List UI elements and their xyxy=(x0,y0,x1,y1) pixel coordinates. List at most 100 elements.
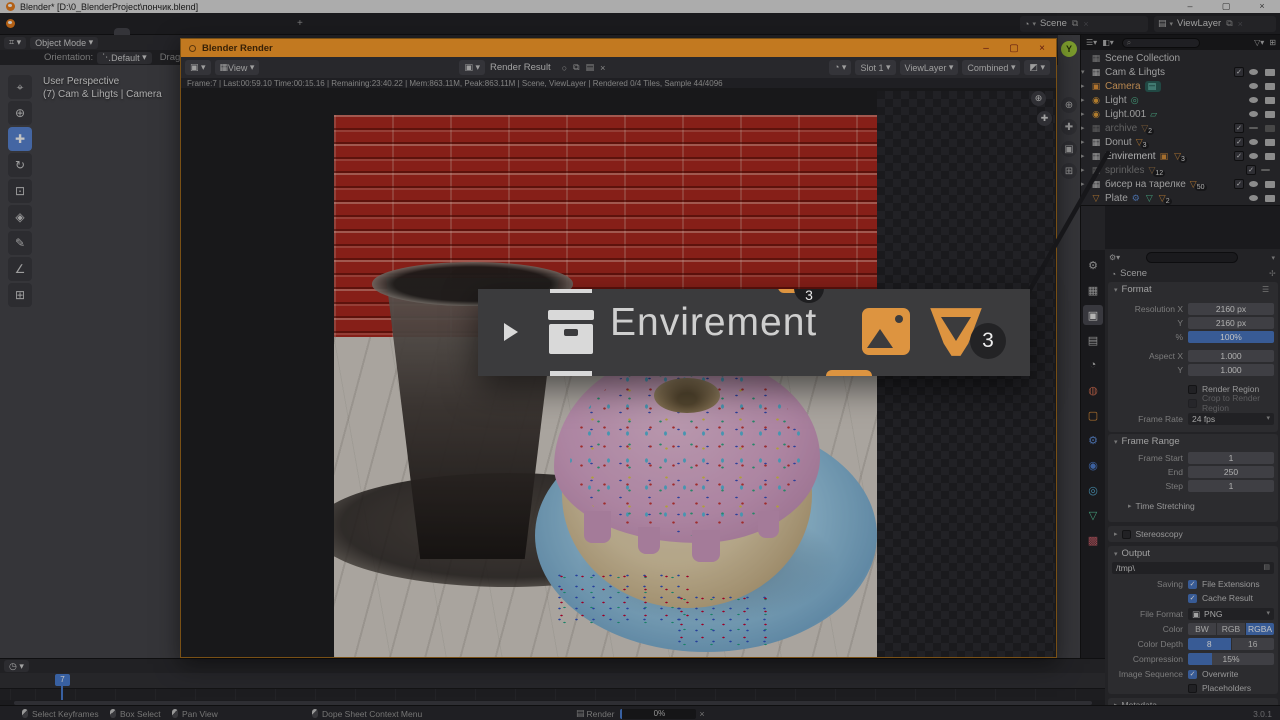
render-minimize-button[interactable]: – xyxy=(972,43,1000,54)
properties-tab-icon[interactable]: ▽ xyxy=(1083,505,1103,525)
disable-in-render-camera-icon[interactable] xyxy=(1265,181,1275,188)
display-mode-icon[interactable]: ◧▾ xyxy=(1102,38,1114,47)
new-viewlayer-icon[interactable]: ⧉ xyxy=(1226,18,1232,29)
placeholders-checkbox[interactable] xyxy=(1188,684,1197,693)
hide-eye-icon[interactable] xyxy=(1249,181,1258,187)
close-button[interactable]: × xyxy=(1244,1,1280,12)
workspace-tab[interactable] xyxy=(114,28,130,35)
format-section-header[interactable]: ▾Format☰ xyxy=(1114,284,1152,295)
disable-in-render-camera-icon[interactable] xyxy=(1265,83,1275,90)
expand-arrow-icon[interactable]: ▸ xyxy=(1081,138,1090,146)
timeline-ruler[interactable] xyxy=(0,673,1105,689)
hide-eye-icon[interactable] xyxy=(1261,169,1270,171)
tool-button[interactable]: ✎ xyxy=(8,231,32,255)
open-image-folder-icon[interactable]: ▤ xyxy=(583,62,598,73)
workspace-tab[interactable] xyxy=(274,28,290,35)
render-close-button[interactable]: × xyxy=(1028,43,1056,54)
outliner-row[interactable]: ▸ ◉ Light.001 ▱ xyxy=(1081,107,1280,121)
outliner-row[interactable]: ▸ ▣ Camera ▤ xyxy=(1081,79,1280,93)
properties-tab-icon[interactable]: ◎ xyxy=(1083,480,1103,500)
workspace-tab[interactable] xyxy=(130,28,146,35)
disable-in-render-camera-icon[interactable] xyxy=(1265,139,1275,146)
expand-arrow-icon[interactable]: ▸ xyxy=(1081,166,1090,174)
outliner-collapse-icon[interactable]: ☰▾ xyxy=(1086,38,1097,47)
camera-view-icon[interactable]: ▣ xyxy=(1061,141,1077,157)
hide-eye-icon[interactable] xyxy=(1249,111,1258,117)
image-datablock-name[interactable]: Render Result xyxy=(490,62,551,73)
new-image-icon[interactable]: ⧉ xyxy=(570,62,582,73)
expand-arrow-icon[interactable]: ▸ xyxy=(1081,180,1090,188)
output-section-header[interactable]: ▾Output xyxy=(1114,548,1150,559)
properties-tab-icon[interactable]: ▣ xyxy=(1083,305,1103,325)
aspect-x-field[interactable]: 1.000 xyxy=(1188,350,1274,362)
hide-eye-icon[interactable] xyxy=(1249,97,1258,103)
orientation-dropdown[interactable]: ⋱ Default ▾ xyxy=(97,52,152,64)
properties-tab-icon[interactable]: ◔ xyxy=(1083,355,1103,375)
zoom-gizmo-icon[interactable]: ⊕ xyxy=(1061,97,1077,113)
stereoscopy-header[interactable]: Stereoscopy xyxy=(1136,529,1183,539)
layer-dropdown[interactable]: ViewLayer ▾ xyxy=(900,60,959,75)
expand-arrow-icon[interactable] xyxy=(504,323,518,341)
minimize-button[interactable]: – xyxy=(1172,1,1208,12)
tool-button[interactable]: ⊕ xyxy=(8,101,32,125)
expand-arrow-icon[interactable]: ▸ xyxy=(1081,194,1090,202)
pass-dropdown[interactable]: Combined ▾ xyxy=(962,60,1020,75)
scene-selector[interactable]: ◔ ▾ Scene ⧉ × xyxy=(1020,16,1148,32)
resolution-x-field[interactable]: 2160 px xyxy=(1188,303,1274,315)
filter-funnel-icon[interactable]: ▽▾ xyxy=(1254,38,1264,47)
outliner-row[interactable]: ▸ ▦ Envirement ▣ ▽3 ✓ xyxy=(1081,149,1280,163)
render-sphere-icon[interactable]: ◔ ▾ xyxy=(829,60,851,75)
workspace-tab[interactable] xyxy=(258,28,274,35)
color-rgba-option[interactable]: RGBA xyxy=(1246,623,1274,635)
viewlayer-selector[interactable]: ▤ ▾ ViewLayer ⧉ × xyxy=(1154,16,1276,32)
properties-search-input[interactable] xyxy=(1146,252,1238,263)
new-scene-icon[interactable]: ⧉ xyxy=(1072,18,1078,29)
outliner-row[interactable]: ▸ ▦ archive ▽2 ✓ xyxy=(1081,121,1280,135)
frame-range-section-header[interactable]: ▾Frame Range xyxy=(1114,436,1180,447)
editor-type-icon[interactable]: ⚙▾ xyxy=(1109,253,1120,262)
blender-menu-icon[interactable] xyxy=(6,19,15,28)
exclude-checkbox[interactable]: ✓ xyxy=(1234,67,1244,77)
exclude-checkbox[interactable]: ✓ xyxy=(1234,179,1244,189)
outliner-row[interactable]: ▸ ▦ sprinkles ▽12 ✓ xyxy=(1081,163,1280,177)
tool-button[interactable]: ⌖ xyxy=(8,75,32,99)
workspace-tab[interactable] xyxy=(178,28,194,35)
tool-button[interactable]: ∠ xyxy=(8,257,32,281)
add-workspace-button[interactable]: + xyxy=(290,18,310,29)
properties-tab-icon[interactable]: ⚙ xyxy=(1083,430,1103,450)
disable-in-render-camera-icon[interactable] xyxy=(1265,97,1275,104)
timeline-tracks[interactable] xyxy=(0,689,1105,700)
properties-tab-icon[interactable]: ▤ xyxy=(1083,330,1103,350)
workspace-tab[interactable] xyxy=(242,28,258,35)
zoom-in-icon[interactable]: ⊕ xyxy=(1031,91,1046,106)
presets-icon[interactable]: ☰ xyxy=(1262,285,1269,294)
tool-button[interactable]: ⊞ xyxy=(8,283,32,307)
expand-arrow-icon[interactable]: ▸ xyxy=(1081,82,1090,90)
current-frame-playhead[interactable]: 7 xyxy=(55,674,70,686)
hide-eye-icon[interactable] xyxy=(1249,83,1258,89)
properties-tab-icon[interactable]: ◍ xyxy=(1083,380,1103,400)
options-chevron-icon[interactable]: ▾ xyxy=(1271,254,1275,262)
color-rgb-option[interactable]: RGB xyxy=(1217,623,1245,635)
fake-user-shield-icon[interactable]: ○ xyxy=(559,63,570,73)
expand-arrow-icon[interactable]: ▸ xyxy=(1081,96,1090,104)
editor-type-button[interactable]: ◷ ▾ xyxy=(4,660,29,672)
color-bw-option[interactable]: BW xyxy=(1188,623,1216,635)
properties-tab-icon[interactable]: ▩ xyxy=(1083,530,1103,550)
crop-region-checkbox[interactable] xyxy=(1188,399,1197,408)
outliner-row[interactable]: ▾ ▦ Cam & Lihgts ✓ xyxy=(1081,65,1280,79)
tool-button[interactable]: ↻ xyxy=(8,153,32,177)
unlink-image-icon[interactable]: × xyxy=(597,63,608,73)
time-stretching-header[interactable]: Time Stretching xyxy=(1136,501,1195,511)
render-region-checkbox[interactable] xyxy=(1188,385,1197,394)
frame-rate-dropdown[interactable]: 24 fps▾ xyxy=(1188,413,1274,425)
depth-16-option[interactable]: 16 xyxy=(1232,638,1275,650)
render-window-titlebar[interactable]: Blender Render – ▢ × xyxy=(181,39,1056,57)
hide-eye-icon[interactable] xyxy=(1249,153,1258,159)
image-datablock-icon[interactable]: ▣ ▾ xyxy=(459,60,485,75)
output-path-field[interactable]: /tmp\▤ xyxy=(1112,562,1274,574)
compression-slider[interactable]: 15% xyxy=(1188,653,1274,665)
disable-in-render-camera-icon[interactable] xyxy=(1265,111,1275,118)
properties-tab-icon[interactable]: ▢ xyxy=(1083,405,1103,425)
frame-step-field[interactable]: 1 xyxy=(1188,480,1274,492)
